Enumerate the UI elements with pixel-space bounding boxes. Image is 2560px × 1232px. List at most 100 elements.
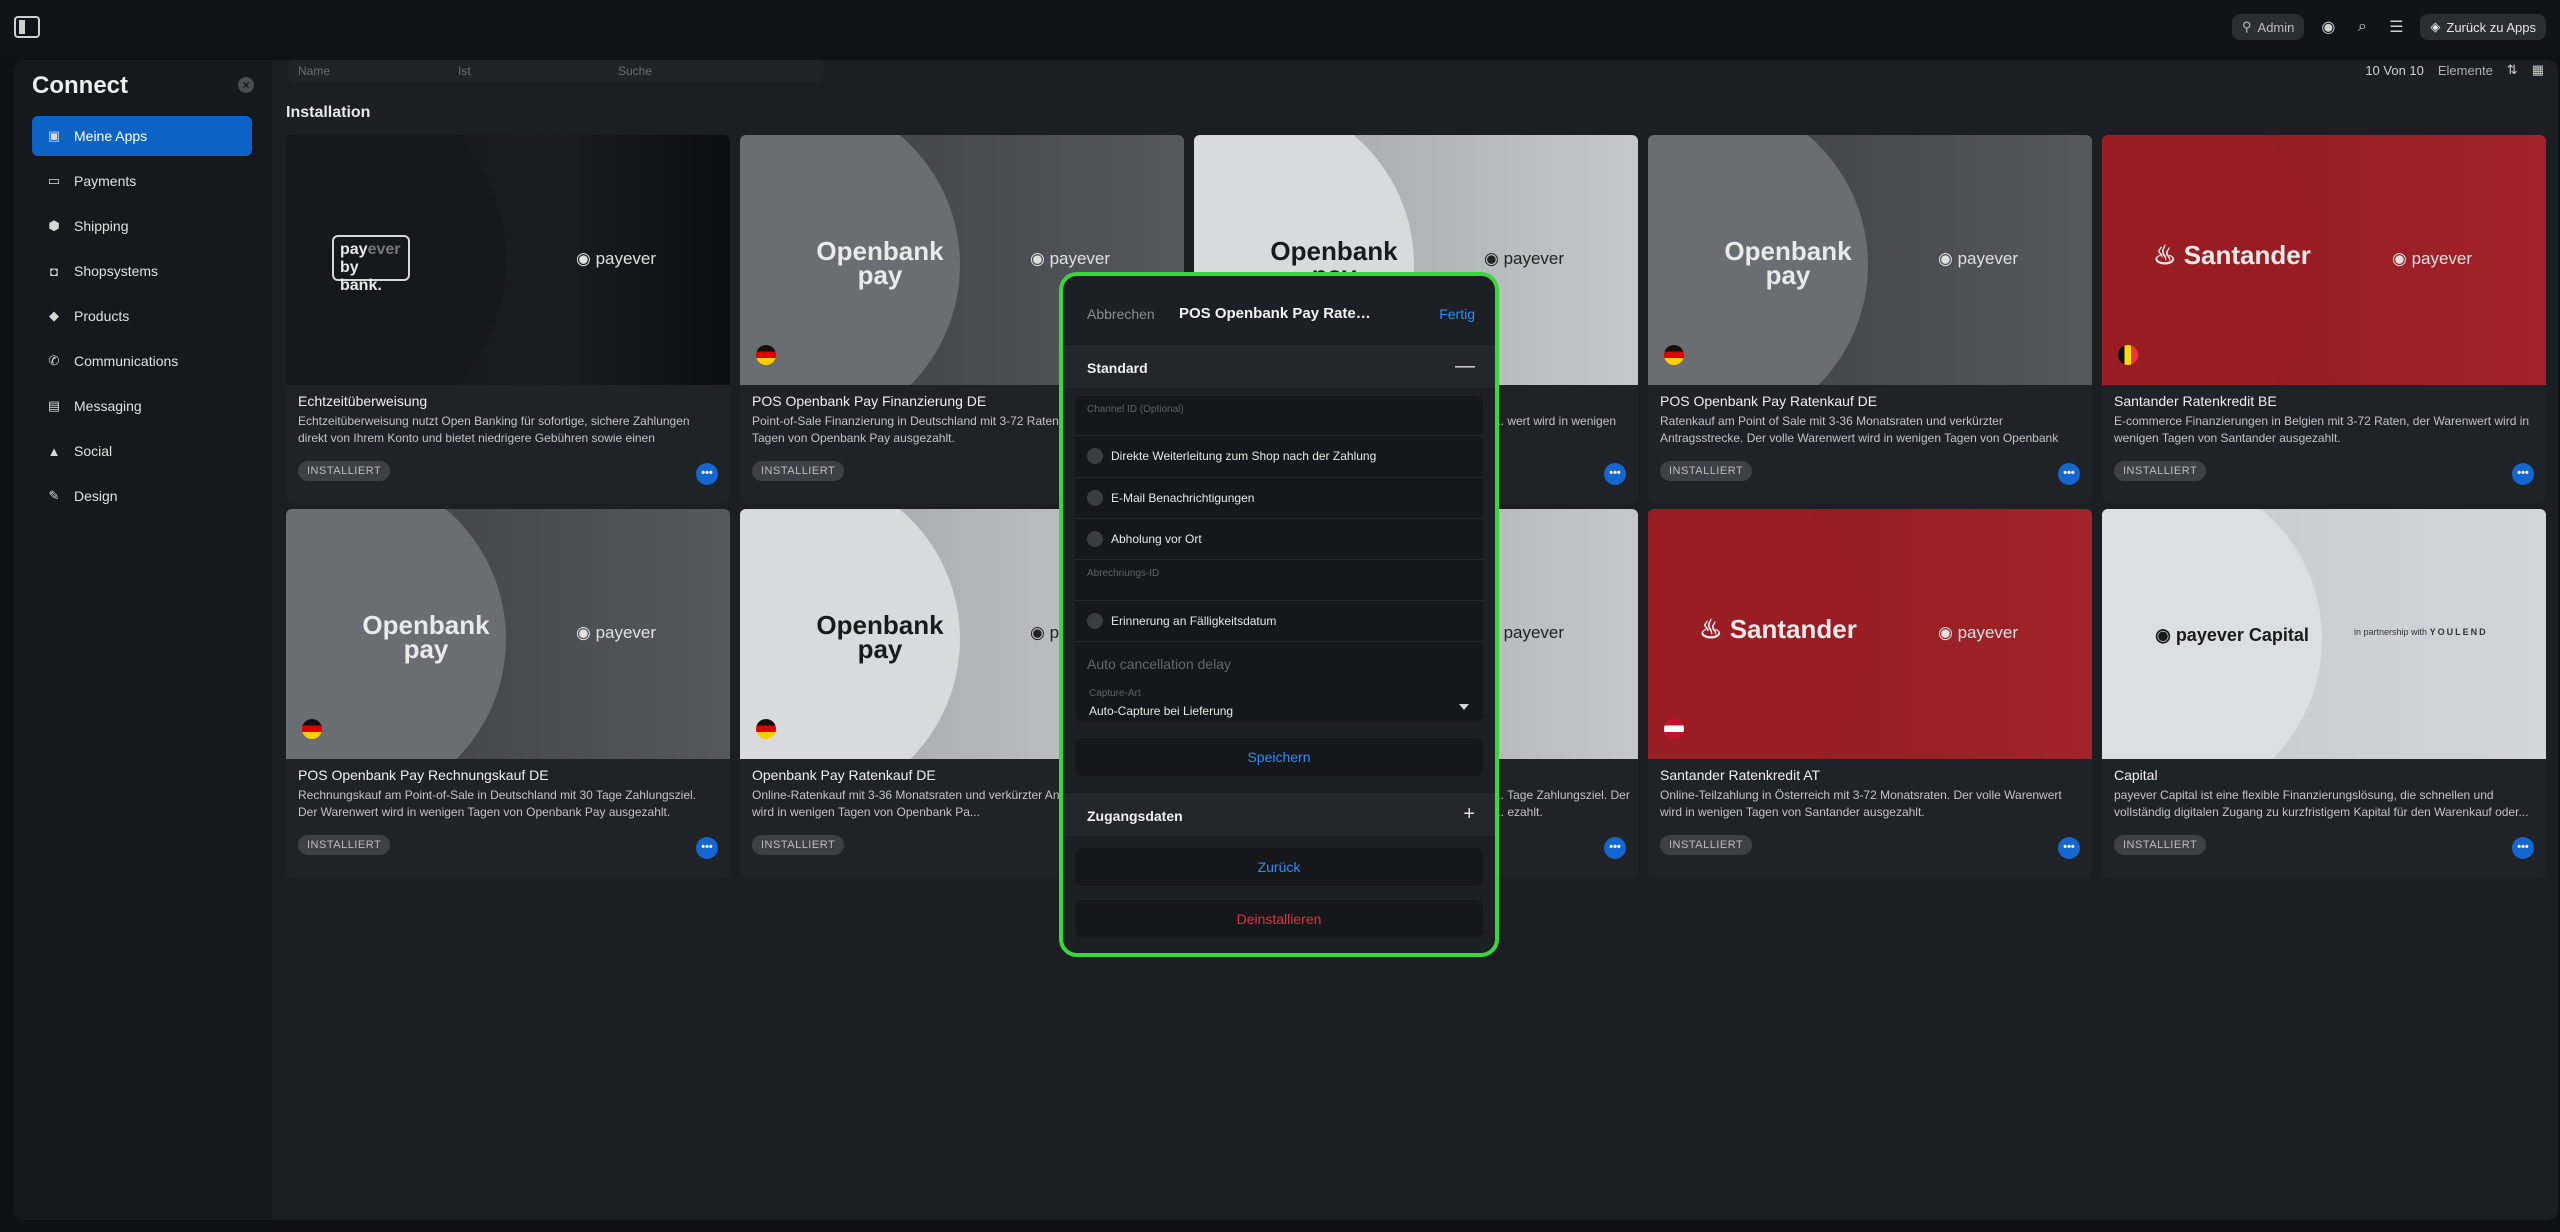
card-image: Openbankpay ◉ payever <box>1648 135 2092 385</box>
auto-cancel-placeholder: Auto cancellation delay <box>1087 656 1231 672</box>
sidebar-item-label: Products <box>74 308 130 324</box>
modal-header: Abbrechen POS Openbank Pay Ratenk... Fer… <box>1063 276 1495 334</box>
more-options-icon[interactable]: ••• <box>2512 463 2534 485</box>
more-options-icon[interactable]: ••• <box>696 463 718 485</box>
card-title: Capital <box>2114 767 2158 783</box>
channel-id-field[interactable]: Channel ID (Optional) <box>1075 396 1483 436</box>
save-button[interactable]: Speichern <box>1075 738 1483 776</box>
app-card[interactable]: ♨ Santander ◉ payever Santander Ratenkre… <box>2102 135 2546 503</box>
checkbox-icon[interactable] <box>1087 613 1103 629</box>
card-title: POS Openbank Pay Rechnungskauf DE <box>298 767 549 783</box>
auto-cancel-field[interactable]: Auto cancellation delay <box>1075 642 1483 682</box>
checkbox-redirect[interactable]: Direkte Weiterleitung zum Shop nach der … <box>1075 436 1483 478</box>
sort-icon[interactable]: ⇅ <box>2507 62 2518 78</box>
more-options-icon[interactable]: ••• <box>2512 837 2534 859</box>
modal-title: POS Openbank Pay Ratenk... <box>1179 305 1379 322</box>
capture-label: Capture-Art <box>1089 688 1141 699</box>
top-bar-actions: ⚲ Admin ◉ ⌕ ☰ ◈ Zurück zu Apps <box>2232 14 2546 40</box>
app-card[interactable]: Openbank pay ◉ payever POS Openbank Pay R… <box>286 509 730 877</box>
sidebar-item-payments[interactable]: ▭ Payments <box>32 161 252 201</box>
sidebar-item-label: Shopsystems <box>74 263 159 279</box>
uninstall-button[interactable]: Deinstallieren <box>1075 900 1483 938</box>
checkbox-pickup-label: Abholung vor Ort <box>1111 532 1202 546</box>
apps-icon: ▣ <box>47 128 61 143</box>
flag-de-icon <box>302 719 322 739</box>
payever-logo: ◉ payever <box>1938 623 2019 642</box>
chevron-down-icon[interactable] <box>1459 704 1469 710</box>
sidebar-item-label: Social <box>74 443 113 459</box>
checkbox-icon[interactable] <box>1087 531 1103 547</box>
sidebar-item-label: Design <box>74 488 118 504</box>
standard-form: Channel ID (Optional) Direkte Weiterleit… <box>1075 396 1483 722</box>
sidebar-item-shipping[interactable]: ⬢ Shipping <box>32 206 252 246</box>
checkbox-email[interactable]: E-Mail Benachrichtigungen <box>1075 478 1483 519</box>
more-options-icon[interactable]: ••• <box>2058 463 2080 485</box>
grid-view-icon[interactable]: ▦ <box>2532 62 2544 78</box>
expand-icon[interactable]: + <box>1463 803 1475 826</box>
capture-select[interactable]: Capture-Art Auto-Capture bei Lieferung <box>1075 682 1483 722</box>
card-icon: ▭ <box>47 173 61 188</box>
done-button[interactable]: Fertig <box>1439 306 1475 322</box>
more-options-icon[interactable]: ••• <box>696 837 718 859</box>
collapse-icon[interactable]: — <box>1455 355 1475 378</box>
sidebar-item-messaging[interactable]: ▤ Messaging <box>32 386 252 426</box>
sidebar-item-meine-apps[interactable]: ▣ Meine Apps <box>32 116 252 156</box>
status-badge: INSTALLIERT <box>1660 835 1753 855</box>
app-card[interactable]: ◉ payever Capital in partnership with YO… <box>2102 509 2546 877</box>
section-standard-header[interactable]: Standard — <box>1063 346 1495 388</box>
profile-icon[interactable]: ◉ <box>2318 17 2338 37</box>
search-icon[interactable]: ⌕ <box>2352 17 2372 37</box>
card-title: Santander Ratenkredit AT <box>1660 767 1821 783</box>
item-count: 10 Von 10 <box>2365 62 2424 78</box>
card-description: ... wert wird in wenigen <box>1494 414 1617 428</box>
app-card[interactable]: ♨ Santander ◉ payever Santander Ratenkre… <box>1648 509 2092 877</box>
openbank-logo: Openbankpay <box>1724 236 1852 290</box>
checkbox-icon[interactable] <box>1087 490 1103 506</box>
card-description: Rechnungskauf am Point-of-Sale in Deutsc… <box>298 788 697 819</box>
filter-name[interactable]: Name <box>288 60 448 82</box>
more-options-icon[interactable]: ••• <box>1604 463 1626 485</box>
sidebar-item-products[interactable]: ◆ Products <box>32 296 252 336</box>
card-description: Online-Teilzahlung in Österreich mit 3-7… <box>1660 788 2062 819</box>
admin-button[interactable]: ⚲ Admin <box>2232 14 2305 40</box>
filter-search[interactable]: Suche <box>608 60 768 82</box>
chat-icon: ▤ <box>47 398 61 413</box>
back-to-apps-button[interactable]: ◈ Zurück zu Apps <box>2420 14 2546 40</box>
checkbox-email-label: E-Mail Benachrichtigungen <box>1111 491 1255 505</box>
item-counter: 10 Von 10 Elemente ⇅ ▦ <box>2365 62 2544 78</box>
key-icon: ⚲ <box>2242 19 2252 34</box>
card-title: Echtzeitüberweisung <box>298 393 428 409</box>
section-credentials-header[interactable]: Zugangsdaten + <box>1063 794 1495 836</box>
filter-bar[interactable]: Name Ist Suche <box>288 60 824 82</box>
checkbox-reminder[interactable]: Erinnerung an Fälligkeitsdatum <box>1075 601 1483 642</box>
more-options-icon[interactable]: ••• <box>2058 837 2080 859</box>
menu-icon[interactable]: ☰ <box>2386 17 2406 37</box>
card-image: ♨ Santander ◉ payever <box>2102 135 2546 385</box>
card-title: Santander Ratenkredit BE <box>2114 393 2277 409</box>
card-image: ♨ Santander ◉ payever <box>1648 509 2092 759</box>
app-card[interactable]: Openbank pay ◉ payever POS Openbank Pay R… <box>1648 135 2092 503</box>
checkbox-icon[interactable] <box>1087 448 1103 464</box>
sidebar-toggle-icon[interactable] <box>14 16 40 38</box>
filter-ist[interactable]: Ist <box>448 60 608 82</box>
billing-id-placeholder: Abrechnungs-ID <box>1087 568 1160 579</box>
back-button[interactable]: Zurück <box>1075 848 1483 886</box>
partner-logo: in partnership with YOULEND <box>2354 627 2488 637</box>
sidebar-item-communications[interactable]: ✆ Communications <box>32 341 252 381</box>
sidebar-item-social[interactable]: ▲ Social <box>32 431 252 471</box>
billing-id-field[interactable]: Abrechnungs-ID <box>1075 560 1483 601</box>
close-sidebar-icon[interactable]: × <box>238 77 254 93</box>
section-credentials-label: Zugangsdaten <box>1087 808 1183 824</box>
sidebar-item-shopsystems[interactable]: ◘ Shopsystems <box>32 251 252 291</box>
status-badge: INSTALLIERT <box>752 835 845 855</box>
app-card[interactable]: payever by bank. ◉ payever Echtzeitüberwe… <box>286 135 730 503</box>
status-badge: INSTALLIERT <box>1660 461 1753 481</box>
santander-logo: ♨ Santander <box>1699 614 1857 644</box>
checkbox-pickup[interactable]: Abholung vor Ort <box>1075 519 1483 560</box>
cancel-button[interactable]: Abbrechen <box>1087 306 1155 322</box>
thumb-icon: ▲ <box>47 443 61 459</box>
more-options-icon[interactable]: ••• <box>1604 837 1626 859</box>
section-title: Installation <box>286 104 371 121</box>
sidebar-item-design[interactable]: ✎ Design <box>32 476 252 516</box>
status-badge: INSTALLIERT <box>2114 835 2207 855</box>
